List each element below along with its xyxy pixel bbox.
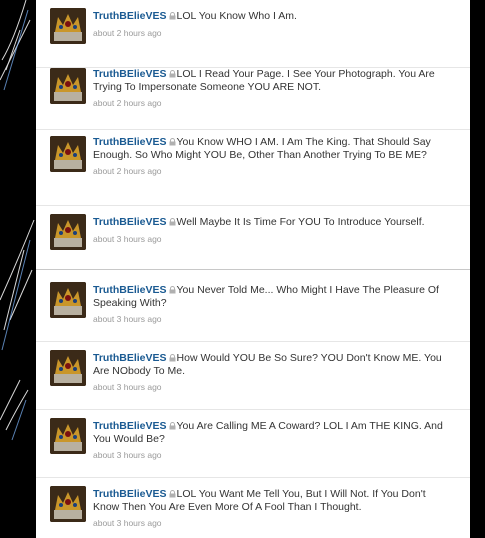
lock-icon bbox=[169, 285, 176, 294]
tweet-item: TruthBElieVES LOL You Want Me Tell You, B… bbox=[36, 478, 470, 538]
tweet-timestamp[interactable]: about 3 hours ago bbox=[93, 313, 453, 326]
username-link[interactable]: TruthBElieVES bbox=[93, 10, 167, 22]
tweet-timestamp[interactable]: about 2 hours ago bbox=[93, 165, 453, 178]
lock-icon bbox=[169, 421, 176, 430]
tweet-item: TruthBElieVES You Are Calling ME A Coward… bbox=[36, 410, 470, 478]
tweet-timestamp[interactable]: about 3 hours ago bbox=[93, 381, 453, 394]
lock-icon bbox=[169, 137, 176, 146]
tweet-item: TruthBElieVES You Know WHO I AM. I Am The… bbox=[36, 126, 470, 206]
tweet-text: Well Maybe It Is Time For YOU To Introdu… bbox=[176, 216, 425, 228]
crown-avatar-icon[interactable] bbox=[50, 68, 86, 104]
tweet-timestamp[interactable]: about 2 hours ago bbox=[93, 97, 453, 110]
username-link[interactable]: TruthBElieVES bbox=[93, 284, 167, 296]
crown-avatar-icon[interactable] bbox=[50, 282, 86, 318]
crown-avatar-icon[interactable] bbox=[50, 418, 86, 454]
tweet-text: LOL You Know Who I Am. bbox=[176, 10, 297, 22]
crown-avatar-icon[interactable] bbox=[50, 350, 86, 386]
crown-avatar-icon[interactable] bbox=[50, 486, 86, 522]
background-right bbox=[470, 0, 485, 538]
tweet-item: TruthBElieVES LOL I Read Your Page. I See… bbox=[36, 58, 470, 130]
tweet-timestamp[interactable]: about 3 hours ago bbox=[93, 517, 453, 530]
username-link[interactable]: TruthBElieVES bbox=[93, 216, 167, 228]
username-link[interactable]: TruthBElieVES bbox=[93, 420, 167, 432]
lock-icon bbox=[169, 489, 176, 498]
username-link[interactable]: TruthBElieVES bbox=[93, 68, 167, 80]
crown-avatar-icon[interactable] bbox=[50, 214, 86, 250]
sparkle-decoration-icon bbox=[0, 0, 35, 441]
lock-icon bbox=[169, 217, 176, 226]
tweet-timestamp[interactable]: about 3 hours ago bbox=[93, 449, 453, 462]
username-link[interactable]: TruthBElieVES bbox=[93, 136, 167, 148]
tweet-timeline: TruthBElieVES LOL You Know Who I Am. abou… bbox=[36, 0, 470, 538]
lock-icon bbox=[169, 353, 176, 362]
crown-avatar-icon[interactable] bbox=[50, 8, 86, 44]
username-link[interactable]: TruthBElieVES bbox=[93, 488, 167, 500]
tweet-item: TruthBElieVES How Would YOU Be So Sure? Y… bbox=[36, 342, 470, 410]
tweet-timestamp[interactable]: about 2 hours ago bbox=[93, 27, 453, 40]
lock-icon bbox=[169, 11, 176, 20]
tweet-item: TruthBElieVES Well Maybe It Is Time For Y… bbox=[36, 206, 470, 270]
tweet-item: TruthBElieVES You Never Told Me... Who Mi… bbox=[36, 274, 470, 342]
tweet-timestamp[interactable]: about 3 hours ago bbox=[93, 233, 453, 246]
lock-icon bbox=[169, 69, 176, 78]
background-left bbox=[0, 0, 36, 538]
username-link[interactable]: TruthBElieVES bbox=[93, 352, 167, 364]
crown-avatar-icon[interactable] bbox=[50, 136, 86, 172]
